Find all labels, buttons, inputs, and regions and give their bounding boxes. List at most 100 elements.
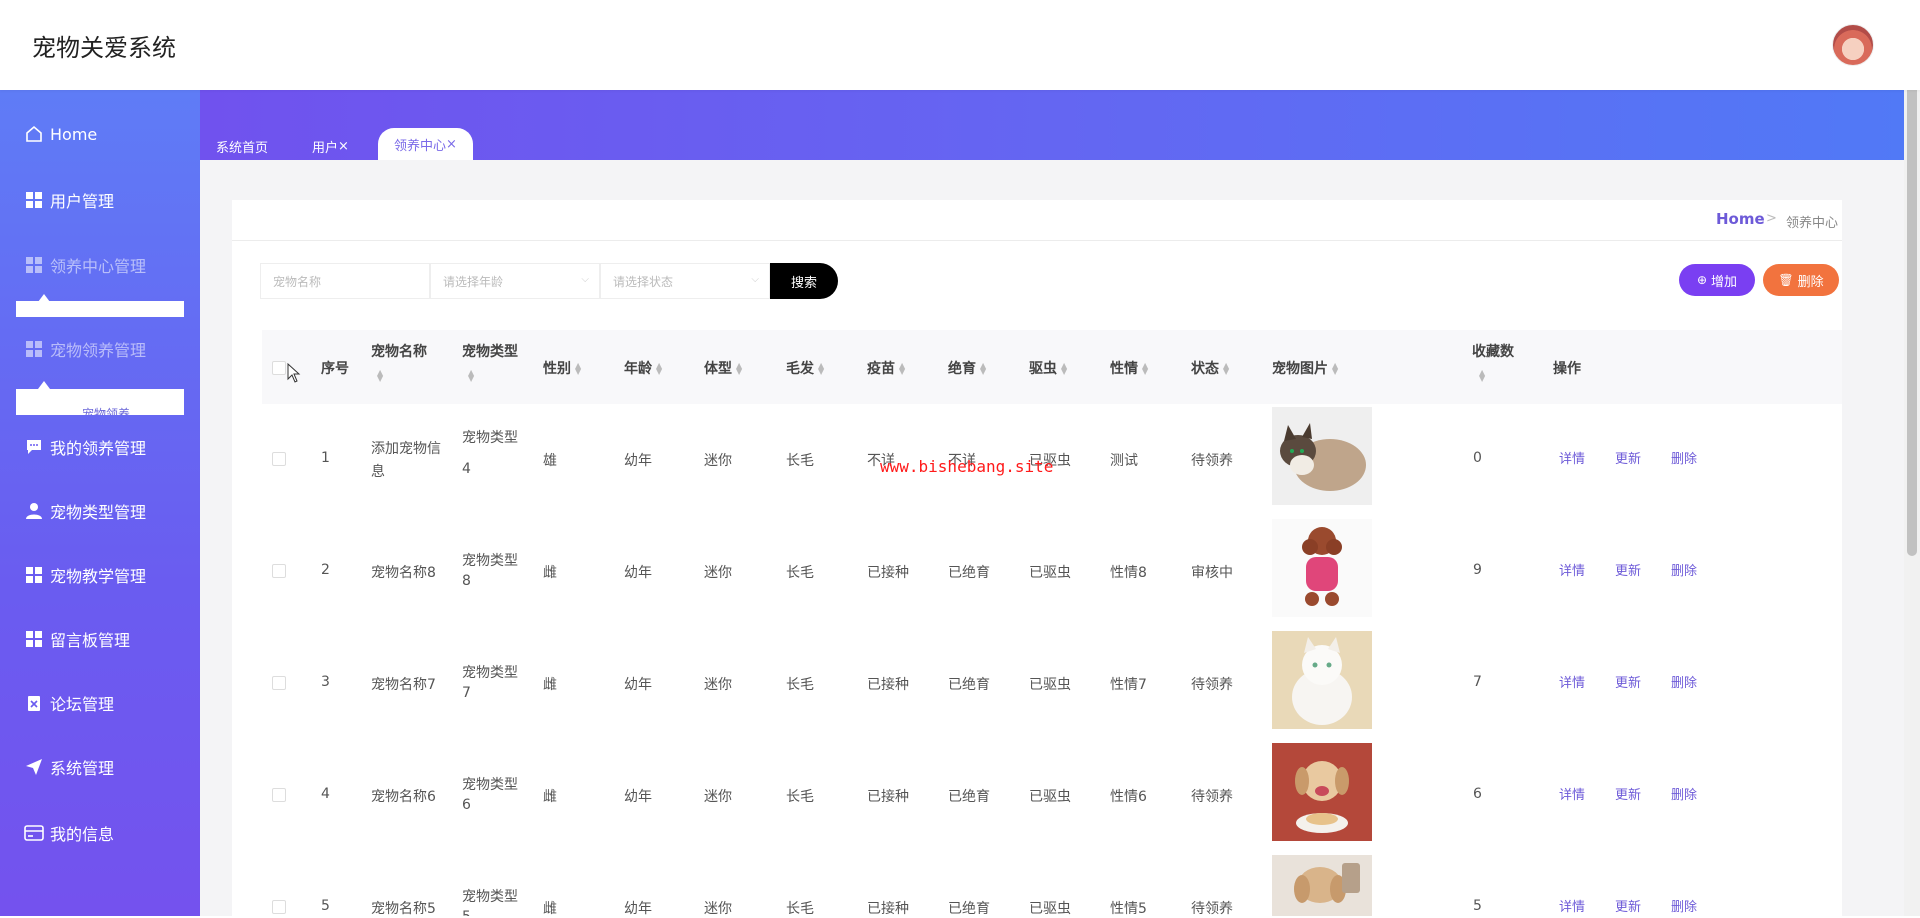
column-header-ops: 操作: [1553, 361, 1581, 377]
cell-type-line2: 7: [462, 685, 471, 701]
sort-icon[interactable]: ▲ ▼: [1479, 369, 1485, 383]
pet-image-dog-eating[interactable]: [1272, 743, 1372, 841]
column-header-favorites[interactable]: 收藏数: [1472, 341, 1514, 361]
header-label: 年龄: [624, 361, 652, 377]
column-header-fur[interactable]: 毛发 ▲ ▼: [786, 358, 824, 378]
column-header-temperament[interactable]: 性情 ▲ ▼: [1110, 358, 1148, 378]
update-button[interactable]: 更新: [1615, 784, 1641, 803]
user-avatar[interactable]: [1832, 24, 1874, 66]
sidebar-item-label: 宠物类型管理: [50, 503, 147, 522]
update-button[interactable]: 更新: [1615, 672, 1641, 691]
close-icon[interactable]: ×: [446, 137, 457, 152]
update-button[interactable]: 更新: [1615, 448, 1641, 467]
sort-icon: ▲ ▼: [1223, 361, 1230, 376]
sidebar-item-user-management[interactable]: 用户管理: [24, 188, 114, 212]
column-header-image[interactable]: 宠物图片 ▲ ▼: [1272, 358, 1338, 378]
chevron-down-icon: ⌵: [581, 274, 589, 285]
sidebar-item-home[interactable]: Home: [24, 122, 97, 146]
cell-fur: 长毛: [786, 677, 814, 693]
breadcrumb-bar: [232, 200, 1842, 241]
column-header-gender[interactable]: 性别 ▲ ▼: [543, 358, 581, 378]
row-delete-button[interactable]: 删除: [1671, 672, 1697, 691]
sort-icon[interactable]: ▲ ▼: [377, 369, 383, 383]
detail-button[interactable]: 详情: [1559, 896, 1585, 915]
placeholder: 请选择年龄: [443, 274, 504, 289]
sort-icon[interactable]: ▲ ▼: [468, 369, 474, 383]
tab-user[interactable]: 用户 ×: [312, 134, 349, 158]
column-header-age[interactable]: 年龄 ▲ ▼: [624, 358, 662, 378]
sidebar-item-label: 用户管理: [50, 192, 115, 211]
submenu-popup[interactable]: [16, 301, 184, 317]
submenu-popup[interactable]: 宠物领养: [16, 389, 184, 415]
row-checkbox[interactable]: [272, 676, 286, 690]
page-scrollbar-thumb[interactable]: [1907, 56, 1917, 556]
pet-image-white-cat[interactable]: [1272, 631, 1372, 729]
add-label: 增加: [1711, 274, 1738, 290]
row-checkbox[interactable]: [272, 564, 286, 578]
sidebar-item-pet-type-management[interactable]: 宠物类型管理: [24, 499, 146, 523]
tab-adoption-center[interactable]: 领养中心 ×: [378, 128, 473, 160]
detail-button[interactable]: 详情: [1559, 448, 1585, 467]
tab-label: 领养中心: [394, 138, 447, 154]
column-header-sterilization[interactable]: 绝育 ▲ ▼: [948, 358, 986, 378]
column-header-deworming[interactable]: 驱虫 ▲ ▼: [1029, 358, 1067, 378]
select-all-checkbox[interactable]: [272, 361, 286, 375]
age-select[interactable]: 请选择年龄 ⌵: [430, 263, 600, 299]
close-icon[interactable]: ×: [338, 139, 349, 154]
column-header-name[interactable]: 宠物名称: [371, 341, 427, 361]
sidebar-item-forum-management[interactable]: 论坛管理: [24, 691, 114, 715]
user-icon: [24, 501, 44, 521]
column-header-size[interactable]: 体型 ▲ ▼: [704, 358, 742, 378]
row-delete-button[interactable]: 删除: [1671, 896, 1697, 915]
pet-image-golden-puppy[interactable]: [1272, 855, 1372, 916]
update-button[interactable]: 更新: [1615, 560, 1641, 579]
search-button[interactable]: 搜索: [770, 263, 838, 299]
submenu-item-pet-adoption[interactable]: 宠物领养: [82, 405, 130, 415]
sidebar-item-label: 系统管理: [50, 759, 115, 778]
breadcrumb-separator: >: [1766, 211, 1777, 226]
cell-deworming: 已驱虫: [1029, 789, 1071, 805]
row-delete-button[interactable]: 删除: [1671, 784, 1697, 803]
pet-name-search-input[interactable]: 宠物名称: [260, 263, 430, 299]
detail-button[interactable]: 详情: [1559, 672, 1585, 691]
sidebar-item-system-management[interactable]: 系统管理: [24, 755, 114, 779]
column-header-vaccine[interactable]: 疫苗 ▲ ▼: [867, 358, 905, 378]
row-checkbox[interactable]: [272, 788, 286, 802]
pet-image-poodle[interactable]: [1272, 519, 1372, 617]
column-header-status[interactable]: 状态 ▲ ▼: [1191, 358, 1229, 378]
add-button[interactable]: ⊕ 增加: [1679, 264, 1755, 296]
detail-button[interactable]: 详情: [1559, 784, 1585, 803]
row-delete-button[interactable]: 删除: [1671, 448, 1697, 467]
tab-system-home[interactable]: 系统首页: [216, 134, 268, 158]
sidebar-item-message-board-management[interactable]: 留言板管理: [24, 627, 130, 651]
row-checkbox[interactable]: [272, 452, 286, 466]
sidebar-item-adoption-center-management[interactable]: 领养中心管理: [24, 253, 146, 277]
placeholder: 请选择状态: [613, 274, 674, 289]
sidebar-item-label: 留言板管理: [50, 631, 131, 650]
delete-button[interactable]: 🗑 删除: [1763, 264, 1839, 296]
row-delete-button[interactable]: 删除: [1671, 560, 1697, 579]
cell-name: 添加宠物信: [371, 441, 441, 457]
status-select[interactable]: 请选择状态 ⌵: [600, 263, 770, 299]
breadcrumb-home[interactable]: Home: [1716, 210, 1765, 228]
pet-image-cat[interactable]: [1272, 407, 1372, 505]
cell-type-line2: 5: [462, 909, 471, 916]
sidebar-item-my-adoption-management[interactable]: 我的领养管理: [24, 435, 146, 459]
sidebar-item-my-info[interactable]: 我的信息: [24, 821, 114, 845]
sidebar-item-pet-adoption-management[interactable]: 宠物领养管理: [24, 337, 146, 361]
cell-favorites: 5: [1473, 898, 1482, 914]
sidebar-item-label: 论坛管理: [50, 695, 115, 714]
row-checkbox[interactable]: [272, 900, 286, 914]
sidebar-item-label: 宠物教学管理: [50, 567, 147, 586]
update-button[interactable]: 更新: [1615, 896, 1641, 915]
cell-fur: 长毛: [786, 901, 814, 917]
mouse-cursor-icon: [287, 363, 301, 383]
column-header-type[interactable]: 宠物类型: [462, 341, 518, 361]
detail-button[interactable]: 详情: [1559, 560, 1585, 579]
cell-size: 迷你: [704, 453, 732, 469]
app-title: 宠物关爱系统: [32, 34, 176, 62]
sidebar-item-pet-teaching-management[interactable]: 宠物教学管理: [24, 563, 146, 587]
cell-name: 宠物名称7: [371, 677, 436, 693]
cell-temperament: 性情8: [1110, 565, 1147, 581]
cell-age: 幼年: [624, 789, 652, 805]
